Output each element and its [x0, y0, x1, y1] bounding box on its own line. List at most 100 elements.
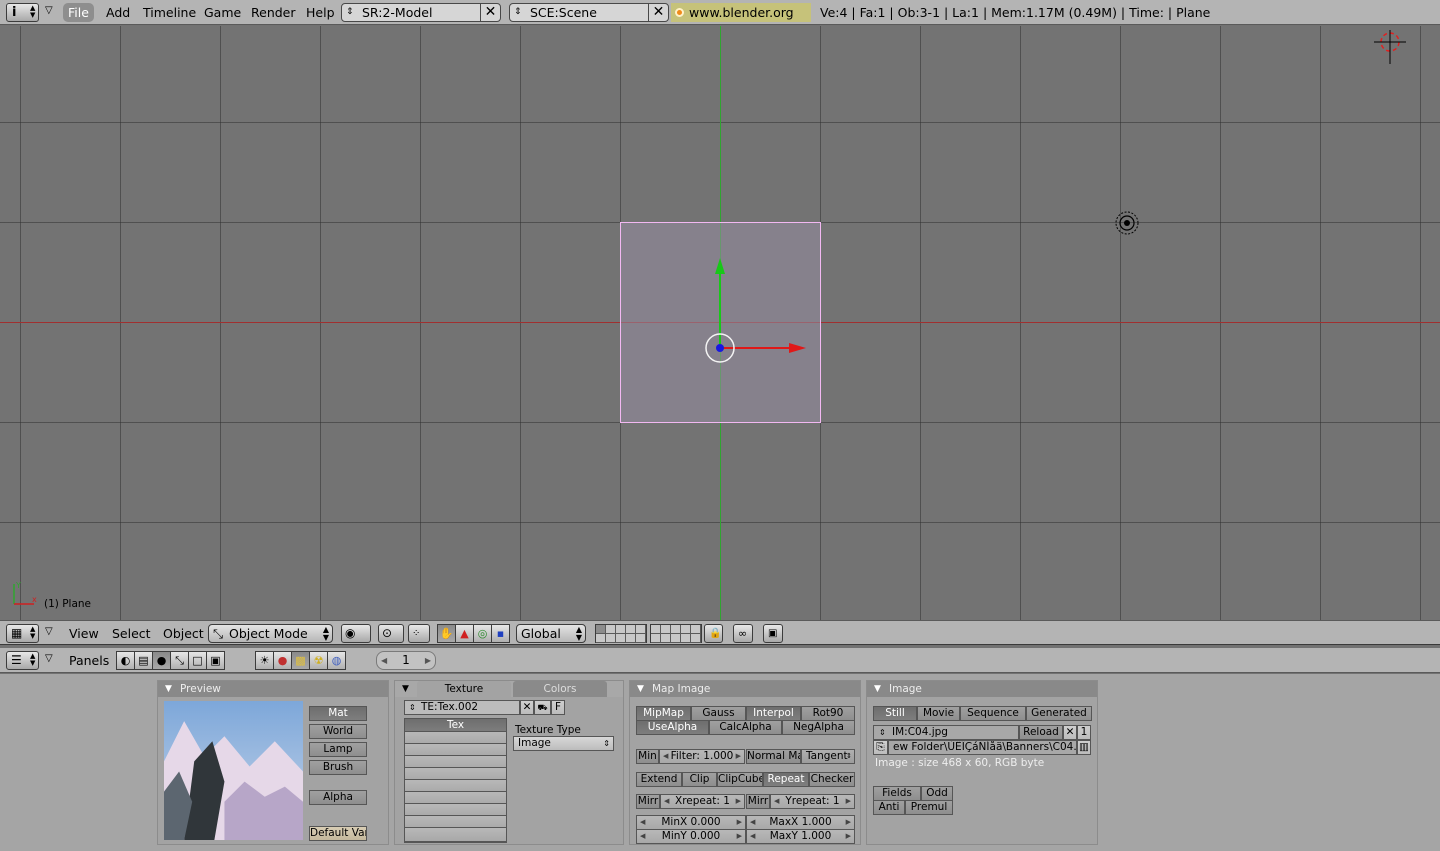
layer-buttons-right[interactable]	[650, 624, 702, 643]
frame-number-field[interactable]: ◀ 1 ▶	[376, 651, 436, 670]
menu-object[interactable]: Object	[159, 624, 208, 643]
world-buttons-icon[interactable]: ◍	[327, 651, 346, 670]
scene-selector[interactable]: ⇕ SCE:Scene ✕	[509, 3, 669, 22]
radio-buttons-icon[interactable]: ☢	[309, 651, 328, 670]
odd-toggle[interactable]: Odd	[921, 786, 953, 801]
mirror-y-toggle[interactable]: Mirr	[746, 794, 770, 809]
image-name-field[interactable]: ⇕ IM:C04.jpg	[873, 725, 1019, 740]
filter-field[interactable]: ◀ Filter: 1.000 ▶	[659, 749, 745, 764]
proportional-toggle[interactable]: ⁘	[408, 624, 430, 643]
texture-name-field[interactable]: ⇕ TE:Tex.002	[404, 700, 520, 715]
screen-selector[interactable]: ⇕ SR:2-Model ✕	[341, 3, 501, 22]
fake-user-button[interactable]: F	[551, 700, 565, 715]
unlink-texture-button[interactable]: ✕	[520, 700, 534, 715]
maxy-field[interactable]: ◀ MaxY 1.000 ▶	[746, 829, 855, 844]
translate-manipulator[interactable]	[680, 236, 820, 376]
mirror-x-toggle[interactable]: Mirr	[636, 794, 660, 809]
preview-world-button[interactable]: World	[309, 724, 367, 739]
manipulator-x-head[interactable]	[789, 343, 806, 353]
decrement-icon[interactable]: ◀	[381, 652, 387, 669]
collapse-menu-icon[interactable]: ▽	[45, 626, 53, 637]
source-still-button[interactable]: Still	[873, 706, 917, 721]
tab-colors[interactable]: Colors	[513, 681, 607, 697]
menu-file[interactable]: File	[63, 3, 94, 22]
manipulator-y-head[interactable]	[715, 258, 725, 274]
increment-icon[interactable]: ▶	[846, 830, 851, 843]
lamp-buttons-icon[interactable]: ☀	[255, 651, 274, 670]
editor-type-button[interactable]: i ▲ ▼	[6, 3, 39, 22]
xrepeat-field[interactable]: ◀ Xrepeat: 1 ▶	[660, 794, 745, 809]
menu-game[interactable]: Game	[199, 3, 246, 22]
decrement-icon[interactable]: ◀	[750, 816, 755, 829]
opengl-preview-button[interactable]: ∞	[733, 624, 753, 643]
scale-icon[interactable]: ▪	[491, 624, 510, 643]
increment-icon[interactable]: ▶	[736, 795, 741, 808]
collapse-triangle-icon[interactable]: ▼	[874, 681, 881, 697]
checker-option[interactable]: Checker	[809, 772, 855, 787]
menu-select[interactable]: Select	[108, 624, 155, 643]
panel-header[interactable]: ▼ Preview	[158, 681, 388, 697]
minx-field[interactable]: ◀ MinX 0.000 ▶	[636, 815, 746, 830]
min-toggle[interactable]: Min	[636, 749, 659, 764]
decrement-icon[interactable]: ◀	[640, 816, 645, 829]
lamp-icon[interactable]	[1112, 208, 1142, 238]
material-buttons-icon[interactable]: ●	[273, 651, 292, 670]
decrement-icon[interactable]: ◀	[664, 795, 669, 808]
increment-icon[interactable]: ▶	[425, 652, 431, 669]
preview-lamp-button[interactable]: Lamp	[309, 742, 367, 757]
decrement-icon[interactable]: ◀	[750, 830, 755, 843]
manipulator-hand-icon[interactable]: ✋	[437, 624, 456, 643]
panels-menu[interactable]: Panels	[65, 651, 113, 670]
browse-texture-button[interactable]: ⛟	[534, 700, 551, 715]
negalpha-toggle[interactable]: NegAlpha	[782, 720, 855, 735]
preview-alpha-button[interactable]: Alpha	[309, 790, 367, 805]
calcalpha-toggle[interactable]: CalcAlpha	[709, 720, 782, 735]
buttons-editor-type-button[interactable]: ☰ ▲ ▼	[6, 651, 39, 670]
extend-option[interactable]: Extend	[636, 772, 682, 787]
increment-icon[interactable]: ▶	[737, 830, 742, 843]
rotate-icon[interactable]: ◎	[473, 624, 492, 643]
normal-map-toggle[interactable]: Normal Ma	[746, 749, 801, 764]
preview-mat-button[interactable]: Mat	[309, 706, 367, 721]
rot90-toggle[interactable]: Rot90	[801, 706, 855, 721]
texture-buttons-icon[interactable]: ▩	[291, 651, 310, 670]
anti-toggle[interactable]: Anti	[873, 800, 905, 815]
editing-context-icon[interactable]: □	[188, 651, 207, 670]
collapse-menu-icon[interactable]: ▽	[45, 653, 53, 664]
3d-viewport[interactable]: Y x (1) Plane	[0, 26, 1440, 620]
yrepeat-field[interactable]: ◀ Yrepeat: 1 ▶	[770, 794, 855, 809]
image-path-field[interactable]: ew Folder\ÙËÏÇáÑÍåä\Banners\C04.jpg	[888, 740, 1077, 755]
collapse-menu-icon[interactable]: ▽	[45, 5, 53, 16]
tab-texture[interactable]: Texture	[417, 681, 511, 697]
blender-version-link[interactable]: www.blender.org 248	[671, 3, 811, 39]
repeat-option[interactable]: Repeat	[763, 772, 809, 787]
increment-icon[interactable]: ▶	[737, 816, 742, 829]
scene-context-icon[interactable]: ▣	[206, 651, 225, 670]
collapse-triangle-icon[interactable]: ▼	[165, 681, 172, 697]
panel-header[interactable]: ▼ Map Image	[630, 681, 860, 697]
unlink-image-button[interactable]: ✕	[1063, 725, 1077, 740]
panel-header[interactable]: ▼ Image	[867, 681, 1097, 697]
menu-view[interactable]: View	[65, 624, 103, 643]
collapse-triangle-icon[interactable]: ▼	[637, 681, 644, 697]
pivot-selector[interactable]: ⊙	[378, 624, 404, 643]
premul-toggle[interactable]: Premul	[905, 800, 953, 815]
decrement-icon[interactable]: ◀	[663, 750, 668, 763]
orientation-selector[interactable]: Global ▲ ▼	[516, 624, 586, 643]
texture-type-selector[interactable]: Image ⇕	[513, 736, 614, 751]
increment-icon[interactable]: ▶	[846, 795, 851, 808]
miny-field[interactable]: ◀ MinY 0.000 ▶	[636, 829, 746, 844]
image-users-count[interactable]: 1	[1077, 725, 1091, 740]
clip-option[interactable]: Clip	[682, 772, 717, 787]
tangent-selector[interactable]: Tangent ⇕	[801, 749, 855, 764]
clipcube-option[interactable]: ClipCube	[717, 772, 763, 787]
draw-type-selector[interactable]: ◉	[341, 624, 371, 643]
gauss-toggle[interactable]: Gauss	[691, 706, 746, 721]
increment-icon[interactable]: ▶	[846, 816, 851, 829]
menu-add[interactable]: Add	[101, 3, 135, 22]
default-var-button[interactable]: Default Var	[309, 826, 367, 841]
logic-icon[interactable]: ◐	[116, 651, 135, 670]
lock-layers-button[interactable]: 🔒	[704, 624, 723, 643]
texture-slot[interactable]	[404, 827, 507, 842]
usealpha-toggle[interactable]: UseAlpha	[636, 720, 709, 735]
